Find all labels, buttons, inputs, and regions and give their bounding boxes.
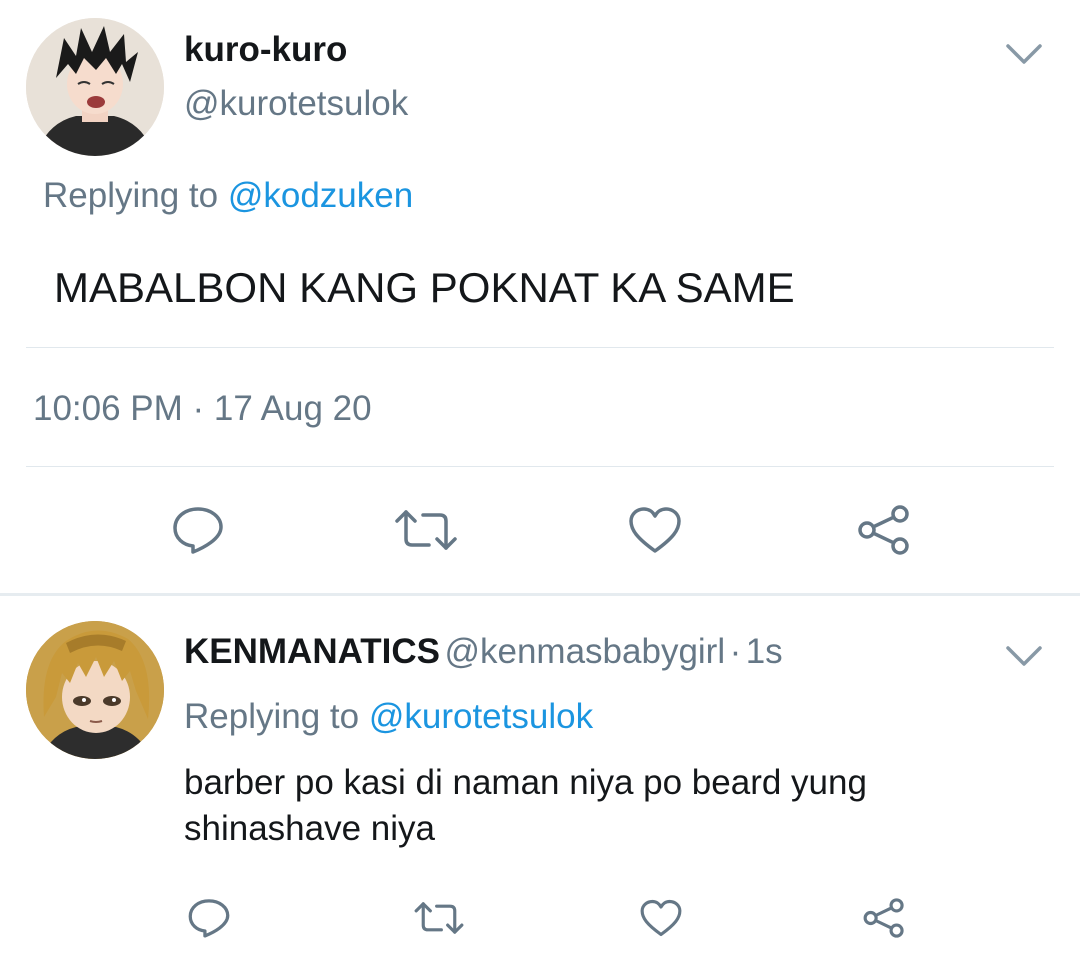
user-handle[interactable]: @kenmasbabygirl xyxy=(444,632,725,671)
display-name[interactable]: kuro-kuro xyxy=(184,30,347,70)
tweet-text: barber po kasi di naman niya po beard yu… xyxy=(184,763,867,848)
reply-icon[interactable] xyxy=(171,505,225,555)
display-name[interactable]: KENMANATICS xyxy=(184,632,440,671)
tweet-text: MABALBON KANG POKNAT KA SAME xyxy=(54,264,795,311)
divider xyxy=(26,347,1054,348)
like-icon[interactable] xyxy=(639,898,683,938)
chevron-down-icon[interactable] xyxy=(1002,40,1046,70)
replying-to-label: Replying to xyxy=(43,176,219,215)
timestamp[interactable]: 10:06 PM · 17 Aug 20 xyxy=(33,389,372,429)
retweet-icon[interactable] xyxy=(413,898,465,938)
chevron-down-icon[interactable] xyxy=(1002,642,1046,672)
mention-link[interactable]: @kodzuken xyxy=(228,176,413,215)
divider xyxy=(26,466,1054,467)
avatar[interactable] xyxy=(26,18,164,156)
retweet-icon[interactable] xyxy=(393,505,459,555)
replying-to-line: Replying to @kurotetsulok xyxy=(184,697,593,737)
user-handle[interactable]: @kurotetsulok xyxy=(184,84,408,124)
mention-link[interactable]: @kurotetsulok xyxy=(369,697,593,736)
separator: · xyxy=(729,632,742,671)
relative-time[interactable]: 1s xyxy=(746,632,783,671)
share-icon[interactable] xyxy=(856,503,912,557)
share-icon[interactable] xyxy=(862,896,906,940)
replying-to-line: Replying to @kodzuken xyxy=(43,176,413,216)
like-icon[interactable] xyxy=(627,505,683,555)
avatar[interactable] xyxy=(26,621,164,759)
reply-icon[interactable] xyxy=(187,897,231,939)
reply-header: KENMANATICS @kenmasbabygirl · 1s xyxy=(184,632,783,672)
tweet-separator xyxy=(0,593,1080,596)
replying-to-label: Replying to xyxy=(184,697,360,736)
